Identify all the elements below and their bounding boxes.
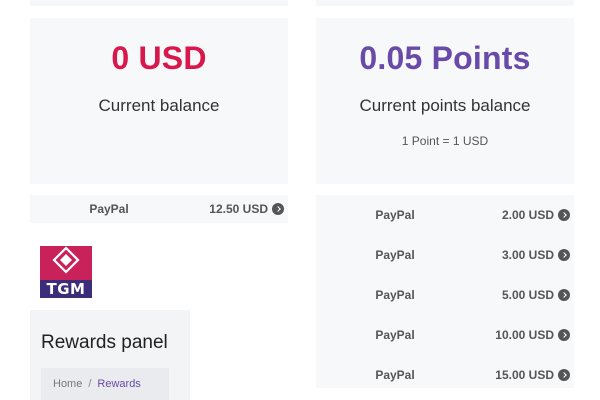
- chevron-right-circle-icon[interactable]: [558, 249, 570, 261]
- points-card: 0.05 Points Current points balance 1 Poi…: [316, 18, 574, 184]
- reward-provider: PayPal: [375, 368, 415, 382]
- breadcrumb-separator: /: [88, 378, 92, 390]
- reward-provider: PayPal: [375, 328, 415, 342]
- reward-amount[interactable]: 3.00 USD: [502, 248, 574, 262]
- balance-card: 0 USD Current balance: [30, 18, 288, 184]
- chevron-right-circle-icon[interactable]: [558, 329, 570, 341]
- reward-amount-text: 2.00 USD: [501, 208, 554, 222]
- diamond-icon: [40, 246, 92, 276]
- page-title: Rewards panel: [41, 332, 168, 353]
- reward-amount-text: 10.00 USD: [495, 328, 554, 342]
- top-strip-left: [30, 0, 288, 6]
- chevron-right-circle-icon[interactable]: [558, 289, 570, 301]
- points-reward-row[interactable]: PayPal 15.00 USD: [316, 355, 574, 395]
- balance-amount: 0 USD: [111, 40, 207, 76]
- reward-amount-text: 12.50 USD: [209, 202, 268, 216]
- breadcrumb-current: Rewards: [97, 378, 141, 390]
- breadcrumb: Home / Rewards: [41, 368, 169, 400]
- reward-provider: PayPal: [89, 202, 129, 216]
- points-reward-row[interactable]: PayPal 3.00 USD: [316, 235, 574, 275]
- chevron-right-circle-icon[interactable]: [558, 209, 570, 221]
- reward-provider: PayPal: [375, 208, 415, 222]
- reward-amount-text: 3.00 USD: [501, 248, 554, 262]
- breadcrumb-home[interactable]: Home: [53, 378, 82, 390]
- reward-amount[interactable]: 15.00 USD: [495, 368, 574, 382]
- top-strip-right: [316, 0, 574, 6]
- reward-amount-text: 5.00 USD: [501, 288, 554, 302]
- reward-amount-text: 15.00 USD: [495, 368, 554, 382]
- reward-amount[interactable]: 12.50 USD: [209, 202, 288, 216]
- reward-amount[interactable]: 2.00 USD: [502, 208, 574, 222]
- rewards-panel-header: Rewards panel Home / Rewards: [30, 310, 190, 400]
- reward-amount[interactable]: 10.00 USD: [495, 328, 574, 342]
- points-rate: 1 Point = 1 USD: [401, 134, 489, 148]
- balance-label: Current balance: [98, 96, 220, 115]
- points-reward-row[interactable]: PayPal 2.00 USD: [316, 195, 574, 235]
- chevron-right-circle-icon[interactable]: [558, 369, 570, 381]
- tgm-logo[interactable]: TGM: [40, 246, 92, 298]
- points-reward-row[interactable]: PayPal 5.00 USD: [316, 275, 574, 315]
- reward-provider: PayPal: [375, 288, 415, 302]
- points-reward-list: PayPal 2.00 USD PayPal 3.00 USD PayPal 5…: [316, 195, 574, 388]
- reward-amount[interactable]: 5.00 USD: [502, 288, 574, 302]
- points-label: Current points balance: [359, 96, 531, 115]
- points-amount: 0.05 Points: [359, 40, 531, 76]
- usd-reward-row[interactable]: PayPal 12.50 USD: [30, 195, 288, 223]
- points-reward-row[interactable]: PayPal 10.00 USD: [316, 315, 574, 355]
- logo-text: TGM: [40, 280, 92, 298]
- chevron-right-circle-icon[interactable]: [272, 203, 284, 215]
- reward-provider: PayPal: [375, 248, 415, 262]
